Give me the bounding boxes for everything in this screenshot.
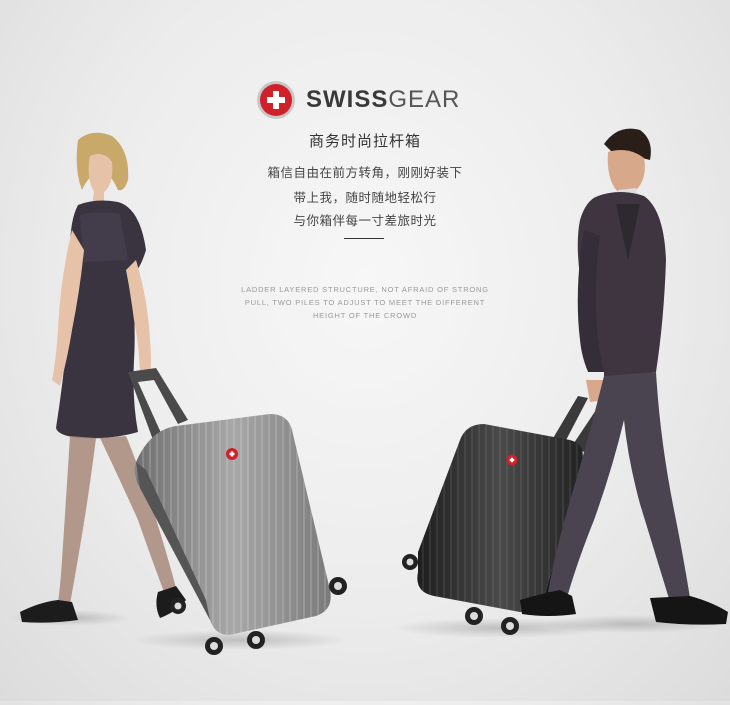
english-line: PULL, TWO PILES TO ADJUST TO MEET THE DI… [244,298,486,307]
description-line: 带上我，随时随地轻松行 [293,190,437,205]
brand-name-part1: SWISS [306,86,389,113]
brand-logo: SWISSGEAR [256,78,460,122]
english-line: LADDER LAYERED STRUCTURE, NOT AFRAID OF … [241,285,489,294]
product-scene: SWISSGEAR 商务时尚拉杆箱 箱信自由在前方转角，刚刚好装下 带上我，随时… [0,0,730,701]
description-line: 与你箱伴每一寸差旅时光 [293,213,437,228]
brand-name-part2: GEAR [388,86,461,113]
brand-name: SWISSGEAR [306,86,460,114]
english-line: HEIGHT OF THE CROWD [312,311,418,320]
divider [344,238,384,239]
description-line: 箱信自由在前方转角，刚刚好装下 [267,165,463,180]
swiss-cross-shield-icon [257,81,295,119]
headline: 商务时尚拉杆箱 [308,132,421,150]
